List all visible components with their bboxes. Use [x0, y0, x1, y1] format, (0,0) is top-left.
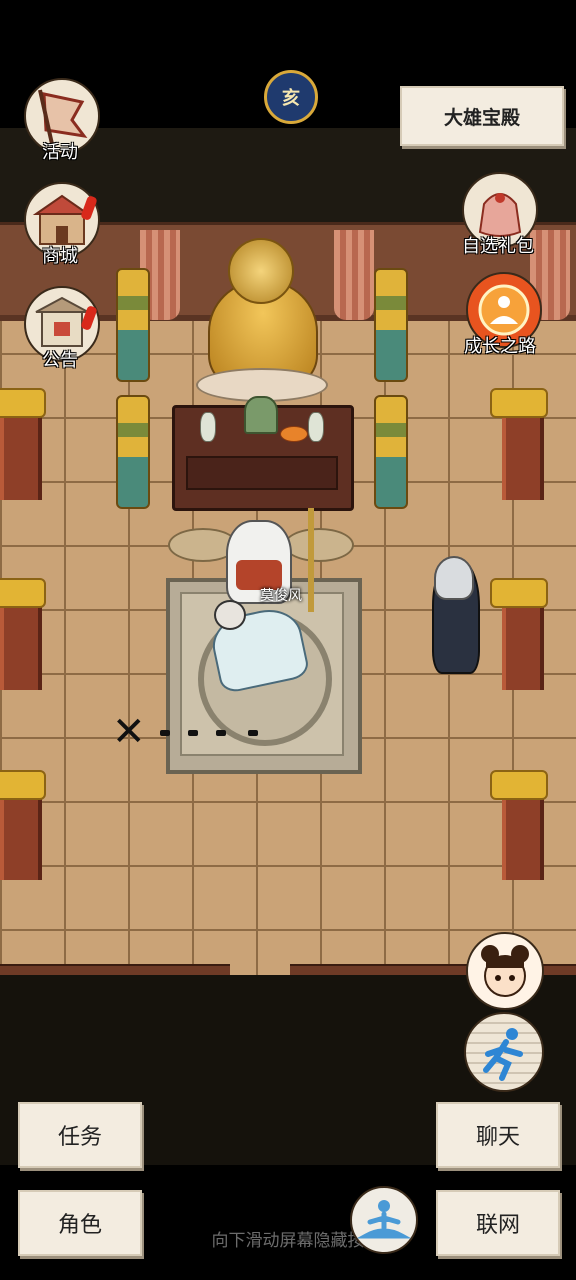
- pillar-cap: [490, 770, 548, 800]
- pillar-cap: [0, 578, 46, 608]
- curtain: [334, 230, 374, 320]
- swordsman-head: [434, 556, 474, 600]
- pillar-cap: [490, 578, 548, 608]
- fruit-plate-icon: [280, 426, 308, 442]
- prayer-wheel: [374, 268, 408, 382]
- sprint-button[interactable]: [464, 1012, 544, 1092]
- gift-pack-label: 自选礼包: [462, 236, 534, 257]
- vase-icon: [308, 412, 324, 442]
- run-icon: [483, 1028, 523, 1081]
- shop-label: 商城: [42, 246, 78, 267]
- prayer-wheel: [116, 268, 150, 382]
- time-glyph: 亥: [282, 88, 300, 109]
- meditate-button[interactable]: [350, 1186, 418, 1254]
- prayer-wheel: [374, 395, 408, 509]
- notice-label: 公告: [42, 350, 78, 371]
- chat-button[interactable]: 聊天: [436, 1102, 560, 1168]
- companion-button[interactable]: [466, 932, 544, 1010]
- activity-label: 活动: [42, 142, 78, 163]
- path-dash: [188, 730, 198, 736]
- moon-clock-icon[interactable]: 亥: [264, 70, 318, 124]
- pillar-cap: [0, 770, 46, 800]
- destination-x-icon: ✕: [112, 709, 146, 755]
- pillar-cap: [0, 388, 46, 418]
- prayer-wheel: [116, 395, 150, 509]
- path-dash: [216, 730, 226, 736]
- pillar-cap: [490, 388, 548, 418]
- prayer-cushion: [284, 528, 354, 562]
- path-dash: [160, 730, 170, 736]
- growth-path-label: 成长之路: [464, 336, 536, 357]
- companion-avatar-icon: [481, 945, 529, 997]
- path-dash: [248, 730, 258, 736]
- altar-front: [186, 456, 338, 490]
- vase-icon: [200, 412, 216, 442]
- task-button[interactable]: 任务: [18, 1102, 142, 1168]
- monk-staff: [308, 508, 314, 612]
- player-head: [214, 600, 246, 630]
- npc-name-label: 莫俊风: [260, 588, 302, 604]
- meditate-icon: [356, 1200, 412, 1239]
- location-title: 大雄宝殿: [400, 86, 564, 146]
- buddha-head: [228, 238, 294, 304]
- incense-burner-icon: [244, 396, 278, 434]
- hide-buttons-hint: 向下滑动屏幕隐藏按: [211, 1231, 365, 1251]
